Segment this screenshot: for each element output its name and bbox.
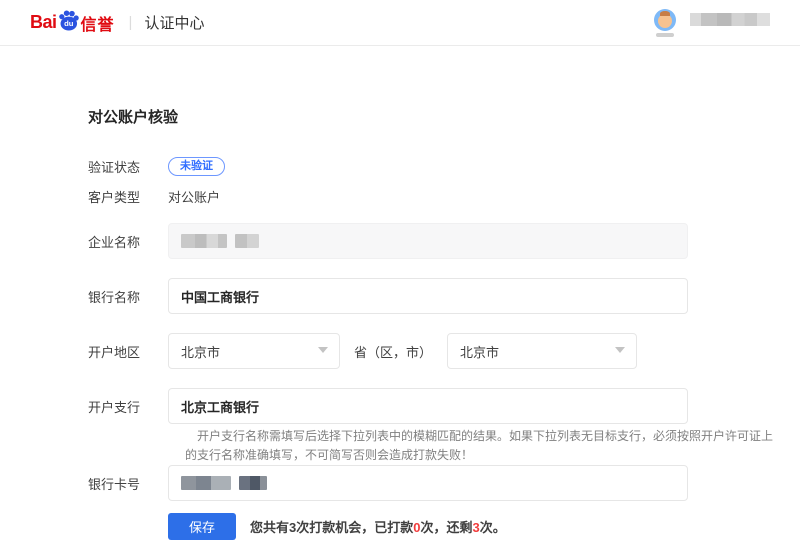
svg-text:du: du	[64, 19, 74, 28]
company-name-label: 企业名称	[88, 234, 141, 250]
username-redacted[interactable]	[690, 12, 770, 26]
bank-name-input[interactable]	[168, 278, 688, 314]
note-part2: 次，还剩	[420, 519, 473, 535]
card-number-redacted	[181, 476, 231, 490]
card-number-field[interactable]	[168, 465, 688, 501]
chevron-down-icon	[318, 347, 328, 353]
city-select-value: 北京市	[181, 344, 221, 360]
note-part3: 次。	[479, 519, 506, 535]
city-select[interactable]: 北京市	[168, 333, 340, 369]
company-name-redacted	[235, 234, 259, 248]
region-label: 开户地区	[88, 344, 141, 360]
company-name-field	[168, 223, 688, 259]
page-title: 对公账户核验	[88, 109, 179, 126]
branch-label: 开户支行	[88, 399, 141, 415]
payment-attempts-note: 您共有3次打款机会，已打款0次，还剩3次。	[250, 517, 506, 536]
baidu-paw-icon: du	[58, 10, 79, 31]
avatar-caption-redacted	[656, 32, 674, 37]
province-select-value: 北京市	[460, 344, 500, 360]
note-part1: 您共有3次打款机会，已打款	[250, 519, 414, 535]
bank-name-label: 银行名称	[88, 289, 141, 305]
top-header: Bai du 信誉 | 认证中心	[0, 0, 800, 46]
province-label: 省（区，市）	[354, 344, 433, 360]
company-name-redacted	[181, 234, 227, 248]
form-row-branch: 开户支行	[88, 388, 688, 424]
customer-type-value: 对公账户	[168, 189, 221, 205]
user-avatar-icon	[654, 8, 676, 31]
note-remaining-count: 3	[472, 519, 480, 535]
verify-status-label: 验证状态	[88, 159, 141, 175]
user-area	[654, 8, 770, 37]
form-row-card-number: 银行卡号	[88, 465, 688, 501]
note-paid-count: 0	[413, 519, 421, 535]
nav-title: 认证中心	[144, 15, 205, 32]
form-row-customer-type: 客户类型 对公账户	[88, 186, 220, 206]
user-avatar[interactable]	[654, 8, 676, 37]
baidu-xinyu-logo[interactable]: Bai du 信誉	[30, 10, 115, 35]
card-number-redacted	[239, 476, 267, 490]
save-button[interactable]: 保存	[168, 512, 236, 540]
branch-input[interactable]	[168, 388, 688, 424]
header-divider: |	[128, 14, 133, 31]
form-row-bank-name: 银行名称	[88, 278, 688, 314]
province-select[interactable]: 北京市	[447, 333, 638, 369]
chevron-down-icon	[615, 347, 626, 353]
card-number-label: 银行卡号	[88, 476, 141, 492]
form-row-company-name: 企业名称	[88, 223, 688, 259]
form-actions: 保存 您共有3次打款机会，已打款0次，还剩3次。	[168, 512, 506, 540]
logo-text-xinyu: 信誉	[80, 16, 115, 34]
branch-help-text: 开户支行名称需填写后选择下拉列表中的模糊匹配的结果。如果下拉列表无目标支行，必须…	[185, 429, 774, 462]
main-content: 对公账户核验 验证状态 未验证 客户类型 对公账户 企业名称 银行名称 开户地区…	[0, 46, 800, 540]
logo-text-bai: Bai	[30, 12, 57, 32]
status-badge: 未验证	[168, 156, 225, 176]
customer-type-label: 客户类型	[88, 189, 141, 205]
form-row-verify-status: 验证状态 未验证	[88, 155, 225, 177]
form-row-region: 开户地区 北京市 省（区，市） 北京市	[88, 333, 638, 369]
